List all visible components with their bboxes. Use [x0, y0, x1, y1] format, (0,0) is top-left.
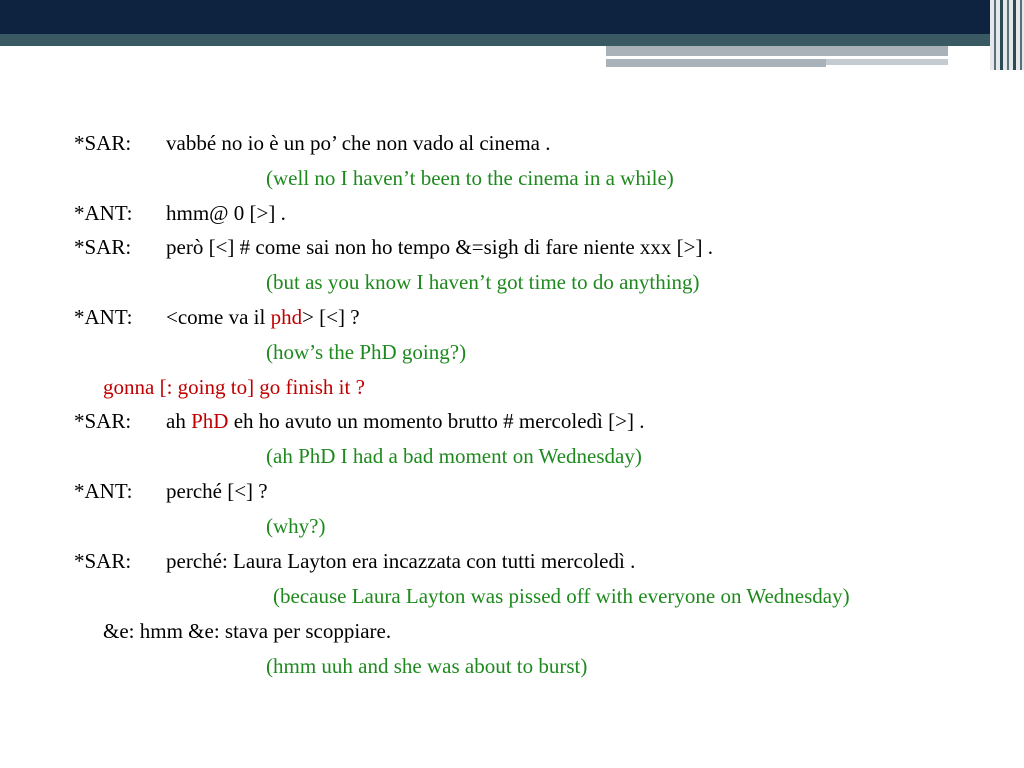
- utterance-text: vabbé no io è un po’ che non vado al cin…: [166, 131, 551, 155]
- utterance-text: hmm@ 0 [>] .: [166, 200, 286, 225]
- utterance-text: perché [<] ?: [166, 478, 268, 503]
- speaker-label: *SAR:: [74, 235, 132, 260]
- utterance-line: *ANT: perché [<] ?: [74, 474, 914, 509]
- utterance-line: *SAR: vabbé no io è un po’ che non vado a…: [74, 126, 914, 161]
- utterance-line: *SAR: però [<] # come sai non ho tempo &=…: [74, 230, 914, 265]
- header-band-dark: [0, 0, 1024, 34]
- header-accent-bar-lower: [606, 59, 826, 67]
- utterance-text-post: > [<] ?: [302, 304, 360, 329]
- utterance-line: *ANT: hmm@ 0 [>] .: [74, 196, 914, 231]
- utterance-line: *SAR: perché: Laura Layton era incazzata …: [74, 544, 914, 579]
- speaker-label: *SAR:: [74, 548, 132, 573]
- header-accent-bar: [606, 46, 948, 56]
- highlighted-word: phd: [270, 304, 303, 329]
- transcript: *SAR: vabbé no io è un po’ che non vado a…: [74, 126, 914, 684]
- speaker-label: *SAR:: [74, 409, 132, 434]
- translation-line: (why?): [266, 513, 326, 538]
- translation-line: (hmm uuh and she was about to burst): [266, 654, 588, 679]
- translation-line: (but as you know I haven’t got time to d…: [266, 270, 700, 295]
- speaker-label: *ANT:: [74, 200, 133, 225]
- header-accent-bar-light: [826, 59, 948, 65]
- utterance-text: però [<] # come sai non ho tempo &=sigh …: [166, 235, 713, 260]
- utterance-text-pre: ah: [166, 409, 192, 434]
- translation-line: (how’s the PhD going?): [266, 339, 467, 364]
- continuation-line-highlighted: gonna [: going to] go finish it ?: [103, 374, 365, 399]
- continuation-line: &e: hmm &e: stava per scoppiare.: [103, 619, 392, 644]
- header-vertical-stripes: [990, 0, 1024, 70]
- utterance-text: perché: Laura Layton era incazzata con t…: [166, 548, 636, 573]
- utterance-text-post: eh ho avuto un momento brutto # mercoled…: [228, 409, 645, 434]
- utterance-text-pre: <come va il: [166, 304, 271, 329]
- speaker-label: *SAR:: [74, 131, 132, 155]
- translation-line: (ah PhD I had a bad moment on Wednesday): [266, 444, 642, 469]
- highlighted-word: PhD: [191, 409, 229, 434]
- speaker-label: *ANT:: [74, 478, 133, 503]
- speaker-label: *ANT:: [74, 304, 133, 329]
- utterance-line: *ANT: <come va il phd> [<] ?: [74, 300, 914, 335]
- translation-line-wrapped: (because Laura Layton was pissed off wit…: [273, 584, 850, 609]
- header-band-teal: [0, 34, 1024, 46]
- utterance-line: *SAR: ah PhD eh ho avuto un momento brutt…: [74, 404, 914, 439]
- translation-line: (well no I haven’t been to the cinema in…: [266, 165, 674, 190]
